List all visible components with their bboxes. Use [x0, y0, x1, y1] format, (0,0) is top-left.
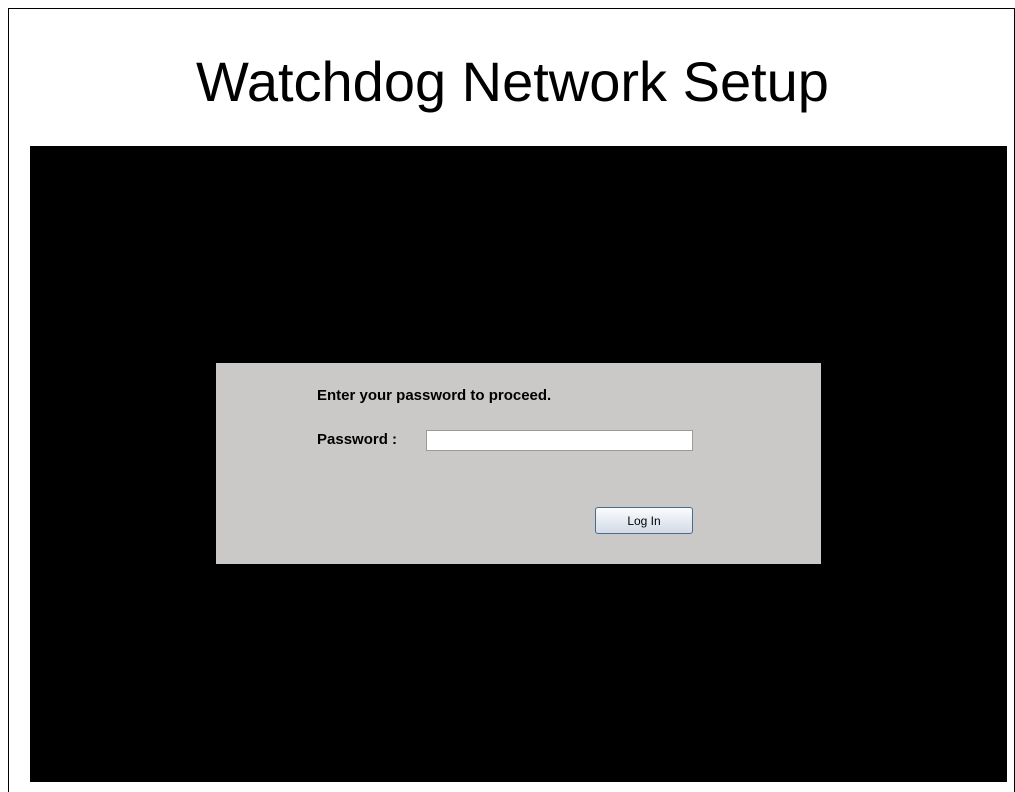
password-input[interactable] — [426, 430, 693, 451]
page-title: Watchdog Network Setup — [196, 50, 829, 113]
password-label: Password : — [317, 431, 398, 448]
login-panel: Enter your password to proceed. Password… — [216, 363, 821, 564]
login-prompt: Enter your password to proceed. — [317, 387, 552, 404]
page: Watchdog Network Setup Enter your passwo… — [0, 0, 1015, 792]
login-button[interactable]: Log In — [595, 507, 693, 534]
screenshot-area: Enter your password to proceed. Password… — [30, 146, 1007, 782]
slide-frame: Watchdog Network Setup Enter your passwo… — [8, 8, 1015, 792]
